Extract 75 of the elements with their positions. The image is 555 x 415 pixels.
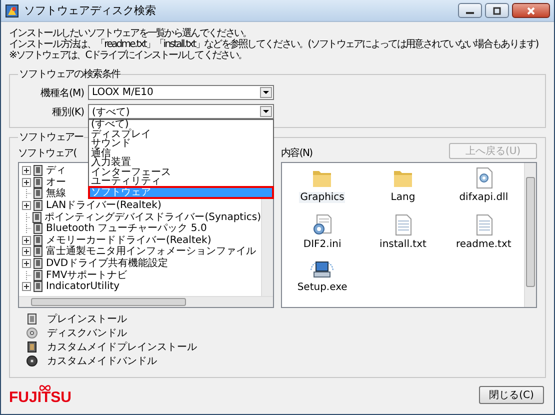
tree-item[interactable]: FMVサポートナビ — [46, 270, 128, 281]
file-name[interactable]: readme.txt — [454, 239, 512, 250]
maximize-button[interactable] — [485, 3, 509, 18]
close-button[interactable] — [512, 3, 550, 18]
disc-icon — [26, 355, 38, 367]
package-icon — [26, 341, 38, 353]
file-name[interactable]: install.txt — [378, 239, 428, 250]
tree-item[interactable]: IndicatorUtility — [46, 281, 120, 292]
tree-item[interactable]: DVDドライブ共有機能設定 — [46, 258, 168, 270]
package-icon — [33, 234, 44, 246]
package-icon — [33, 200, 44, 212]
model-combo-box[interactable]: LOOX M/E10 — [88, 85, 274, 100]
package-icon — [32, 212, 43, 223]
legend-label: ディスクバンドル — [47, 327, 127, 340]
contents-label: 内容(N) — [281, 146, 312, 160]
group-title: ソフトウェアの検索条件 — [18, 69, 122, 80]
instruction-text: インストールしたいソフトウェアを一覧から選んでください。 — [9, 28, 252, 39]
legend-label: カスタムメイドバンドル — [47, 355, 157, 368]
file-name[interactable]: DIF2.ini — [302, 239, 342, 250]
file-name[interactable]: Lang — [390, 192, 416, 203]
group-title: ソフトウェアー — [18, 132, 84, 143]
tree-item[interactable]: 富士通製モニタ用インフォメーションファイル — [46, 246, 256, 258]
category-combo-box[interactable]: (すべて) — [88, 104, 274, 119]
infinity-icon — [39, 385, 52, 391]
maximize-icon — [492, 6, 502, 14]
expand-icon[interactable] — [22, 236, 31, 245]
expand-icon[interactable] — [22, 282, 31, 292]
package-icon — [33, 270, 44, 281]
tree-item[interactable]: Bluetooth フューチャーパック 5.0 — [46, 223, 207, 234]
package-icon — [33, 258, 44, 270]
minimize-button[interactable] — [458, 3, 482, 18]
expand-icon[interactable] — [22, 178, 31, 187]
tree-item[interactable]: LANドライバー(Realtek) — [46, 200, 162, 212]
logo: FUJITSU — [9, 385, 72, 405]
file-name[interactable]: Setup.exe — [296, 282, 348, 293]
instruction-text: インストール方法は、「readme.txt」「install.txt」などを参照してください。(ソフトウェアによっては用意されていない場合もあります) — [9, 39, 538, 50]
expand-icon[interactable] — [22, 247, 31, 256]
package-icon — [33, 176, 44, 188]
app-icon — [5, 4, 19, 18]
tree-label: ソフトウェア( — [18, 147, 76, 160]
dropdown-option[interactable]: インターフェース — [89, 168, 273, 177]
expand-icon[interactable] — [22, 201, 31, 210]
field-label: 種別(K) — [51, 106, 84, 118]
dropdown-option[interactable]: サウンド — [89, 139, 273, 148]
legend-label: プレインストール — [47, 312, 127, 326]
file-name[interactable]: difxapi.dll — [458, 192, 510, 203]
scrollbar[interactable] — [19, 296, 273, 307]
tree-item[interactable]: オー — [46, 176, 66, 188]
dropdown-option[interactable]: ディスプレイ — [89, 130, 273, 139]
expand-icon[interactable] — [22, 166, 31, 176]
tree-item[interactable]: ディ — [46, 165, 66, 176]
disc-icon — [26, 327, 38, 339]
dropdown-option[interactable]: ユーティリティ — [89, 177, 273, 186]
package-icon — [33, 165, 44, 176]
tree-item[interactable]: ポインティングデバイスドライバー(Synaptics) — [44, 212, 261, 223]
expand-icon[interactable] — [22, 259, 31, 268]
instruction-text: ※ソフトウェアは、Cドライブにインストールしてください。 — [9, 50, 247, 61]
package-icon — [33, 188, 44, 200]
legend-label: カスタムメイドプレインストール — [47, 340, 197, 354]
dropdown-option[interactable]: 入力装置 — [89, 158, 273, 168]
scrollbar[interactable] — [524, 163, 536, 307]
field-label: 機種名(M) — [40, 86, 84, 100]
package-icon — [33, 281, 44, 292]
setup-monitor-icon — [310, 260, 334, 280]
tree-item[interactable]: 無線 — [46, 188, 66, 200]
dropdown-option[interactable]: (すべて) — [89, 120, 273, 130]
close-dialog-button[interactable]: 閉じる(C) — [479, 386, 544, 404]
file-name[interactable]: Graphics — [299, 192, 346, 203]
package-icon — [26, 313, 38, 325]
dropdown-option[interactable]: 通信 — [89, 148, 273, 158]
close-icon — [526, 6, 536, 14]
window-title: ソフトウェアディスク検索 — [24, 3, 157, 18]
package-icon — [33, 246, 44, 258]
tree-item[interactable]: メモリーカードドライバー(Realtek) — [46, 234, 212, 246]
package-icon — [33, 223, 44, 234]
